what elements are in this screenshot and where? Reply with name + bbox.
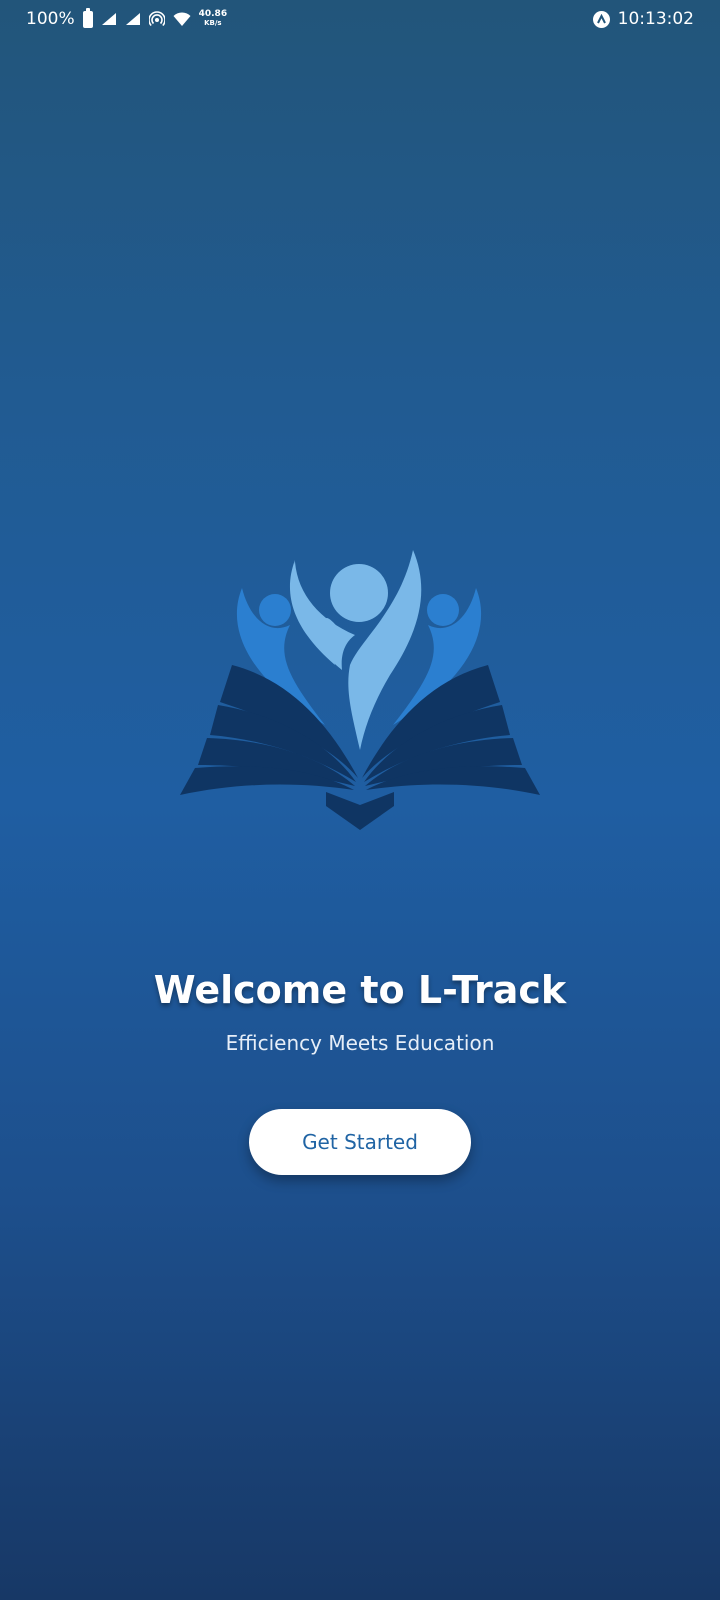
- app-notification-icon: [592, 10, 610, 28]
- battery-percent: 100%: [26, 9, 75, 29]
- tagline: Efficiency Meets Education: [225, 1031, 495, 1055]
- status-bar: 100% 40.86 KB/s 10:13:02: [0, 0, 720, 38]
- signal-icon: [125, 13, 140, 25]
- status-left-group: 100% 40.86 KB/s: [26, 7, 227, 29]
- wifi-icon: [173, 12, 191, 26]
- network-speed: 40.86 KB/s: [199, 10, 227, 28]
- signal-icon: [101, 13, 116, 25]
- book-people-logo: [180, 550, 540, 830]
- status-time: 10:13:02: [617, 9, 694, 29]
- status-right-group: 10:13:02: [592, 9, 694, 29]
- welcome-title: Welcome to L-Track: [153, 968, 567, 1012]
- get-started-button[interactable]: Get Started: [249, 1109, 471, 1175]
- network-speed-unit: KB/s: [204, 19, 222, 27]
- hotspot-icon: [148, 11, 165, 27]
- network-speed-value: 40.86: [198, 9, 228, 19]
- battery-icon: [82, 7, 93, 28]
